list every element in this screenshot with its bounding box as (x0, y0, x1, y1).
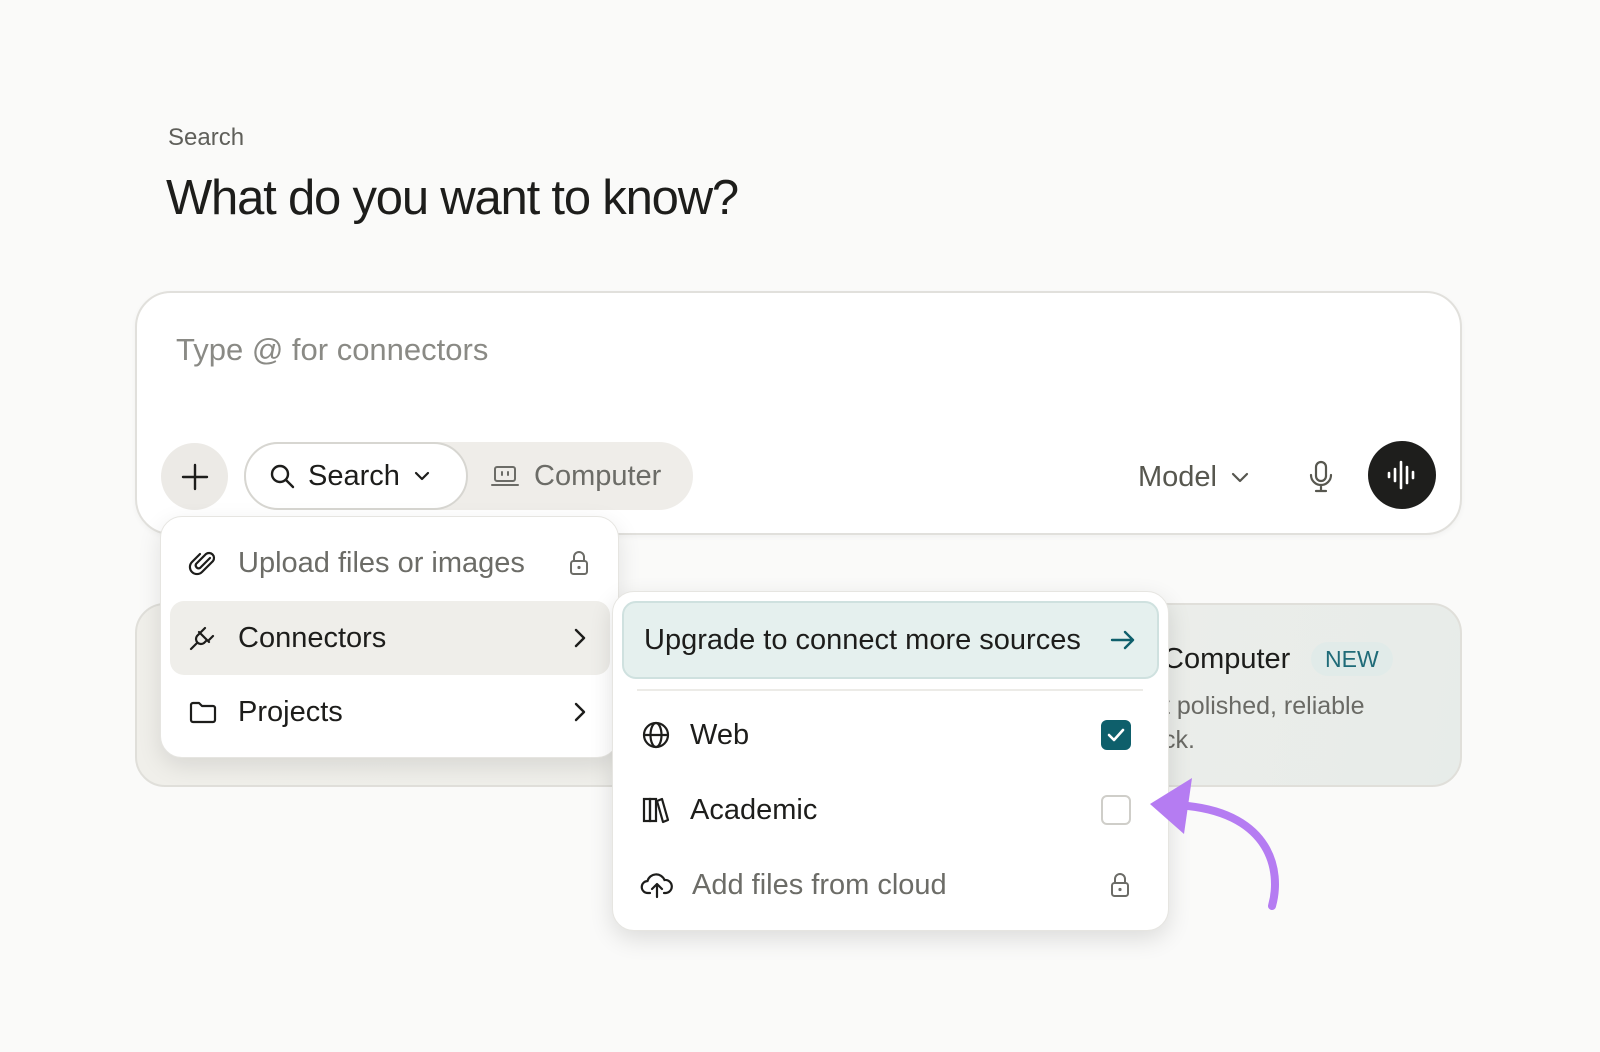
menu-item-label: Connectors (238, 621, 387, 654)
sound-wave-icon (1387, 460, 1415, 490)
academic-checkbox[interactable] (1101, 795, 1131, 825)
annotation-arrow-icon (1150, 778, 1279, 910)
books-icon (642, 797, 670, 824)
chevron-down-icon (1231, 472, 1249, 483)
source-label: Add files from cloud (692, 868, 947, 901)
plug-icon (189, 626, 215, 651)
microphone-button[interactable] (1300, 456, 1342, 498)
web-checkbox[interactable] (1101, 720, 1131, 750)
page-title: What do you want to know? (166, 171, 739, 225)
chevron-right-icon (570, 700, 590, 724)
menu-item-connectors[interactable]: Connectors (170, 601, 610, 675)
microphone-icon (1309, 460, 1333, 493)
menu-item-label: Projects (238, 695, 343, 728)
computer-mode-label: Computer (534, 459, 662, 492)
feature-card-title: Computer (1163, 643, 1291, 675)
plus-icon (181, 463, 208, 490)
laptop-icon (491, 466, 519, 486)
arrow-right-icon (1109, 628, 1137, 652)
menu-item-projects[interactable]: Projects (170, 675, 610, 749)
paperclip-icon (188, 551, 216, 576)
query-input[interactable]: Type @ for connectors (176, 332, 488, 368)
breadcrumb: Search (168, 124, 245, 151)
search-mode-label: Search (308, 459, 400, 492)
source-item-cloud[interactable]: Add files from cloud (622, 848, 1159, 922)
source-item-academic[interactable]: Academic (622, 773, 1159, 847)
model-selector[interactable]: Model (1138, 452, 1251, 502)
search-icon (270, 464, 295, 489)
model-label: Model (1138, 460, 1217, 493)
source-item-web[interactable]: Web (622, 698, 1159, 772)
upgrade-button[interactable]: Upgrade to connect more sources (622, 601, 1159, 679)
upgrade-label: Upgrade to connect more sources (644, 623, 1081, 656)
feature-card-text: t polished, reliable (1163, 692, 1365, 720)
chevron-right-icon (570, 626, 590, 650)
search-mode-button[interactable]: Search (244, 442, 468, 510)
source-label: Web (690, 718, 750, 751)
checkmark-icon (1107, 728, 1125, 742)
lock-icon (1109, 872, 1131, 898)
voice-mode-button[interactable] (1368, 441, 1436, 509)
add-button[interactable] (161, 443, 228, 510)
computer-mode-button[interactable]: Computer (490, 442, 661, 510)
folder-icon (189, 701, 217, 724)
source-label: Academic (690, 793, 818, 826)
chevron-down-icon (414, 471, 429, 481)
lock-icon (568, 550, 590, 576)
globe-icon (642, 721, 670, 749)
new-badge: NEW (1311, 642, 1393, 676)
menu-item-label: Upload files or images (238, 546, 525, 579)
cloud-upload-icon (640, 873, 673, 899)
menu-item-upload[interactable]: Upload files or images (170, 526, 610, 600)
menu-divider (637, 689, 1143, 691)
